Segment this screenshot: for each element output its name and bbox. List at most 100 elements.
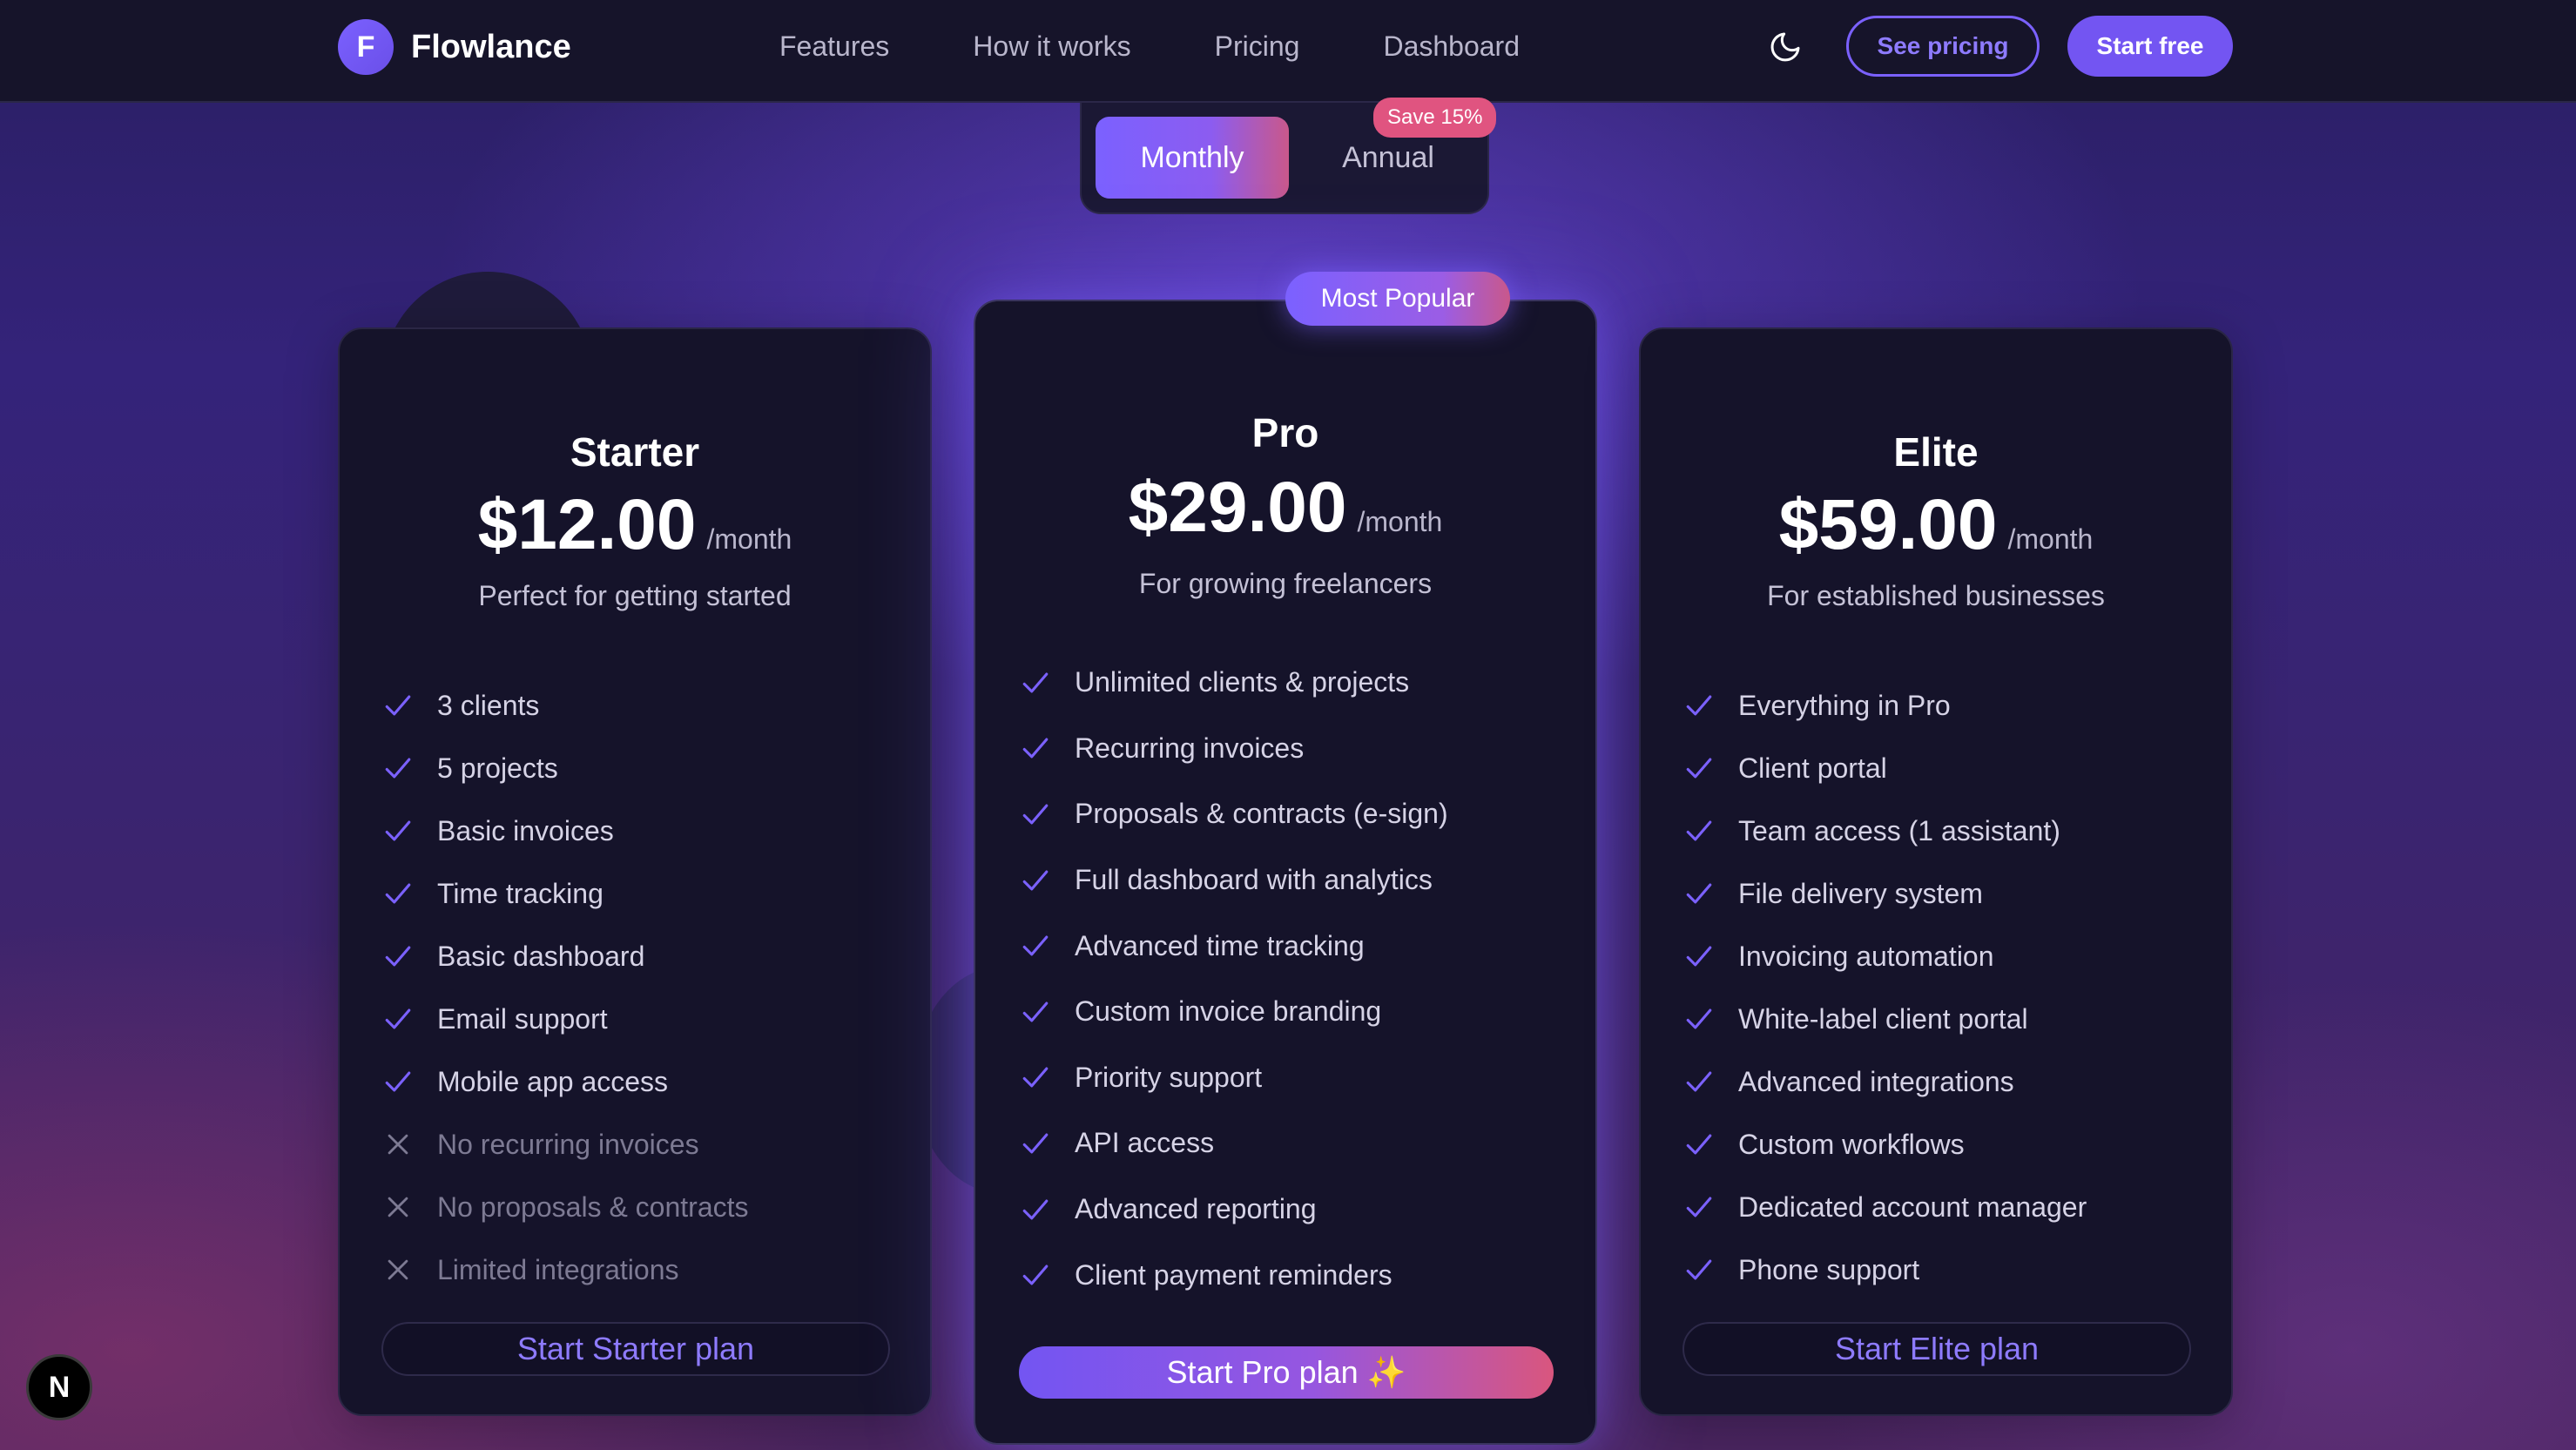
- feature-item: White-label client portal: [1684, 988, 2087, 1050]
- feature-label: 3 clients: [437, 689, 540, 721]
- feature-item: Invoicing automation: [1684, 925, 2087, 988]
- feature-label: Proposals & contracts (e-sign): [1075, 798, 1448, 830]
- feature-item: Email support: [383, 988, 749, 1050]
- check-icon: [1684, 1067, 1714, 1096]
- check-icon: [383, 1004, 413, 1034]
- feature-item: Advanced reporting: [1021, 1177, 1448, 1243]
- start-starter-plan-button[interactable]: Start Starter plan: [381, 1322, 890, 1376]
- check-icon: [383, 879, 413, 908]
- feature-label: Limited integrations: [437, 1253, 679, 1285]
- check-icon: [1684, 1004, 1714, 1034]
- check-icon: [383, 691, 413, 720]
- feature-item: Custom workflows: [1684, 1113, 2087, 1176]
- feature-list: Everything in Pro Client portal Team acces…: [1684, 674, 2087, 1301]
- check-icon: [383, 816, 413, 846]
- check-icon: [1021, 931, 1050, 961]
- check-icon: [1021, 733, 1050, 763]
- nav-link-dashboard[interactable]: Dashboard: [1383, 26, 1520, 66]
- check-icon: [383, 941, 413, 971]
- feature-item: Recurring invoices: [1021, 716, 1448, 782]
- nav-link-pricing[interactable]: Pricing: [1215, 26, 1300, 66]
- check-icon: [1021, 866, 1050, 895]
- feature-label: White-label client portal: [1738, 1002, 2028, 1035]
- plan-period: /month: [1357, 506, 1443, 537]
- start-free-button[interactable]: Start free: [2067, 16, 2233, 77]
- plan-tagline: For established businesses: [1767, 580, 2105, 611]
- logo-icon: F: [338, 19, 394, 75]
- dev-tools-badge[interactable]: N: [26, 1354, 92, 1420]
- feature-list: Unlimited clients & projects Recurring in…: [1021, 650, 1448, 1308]
- check-icon: [383, 1067, 413, 1096]
- feature-item: Mobile app access: [383, 1050, 749, 1113]
- feature-item: File delivery system: [1684, 862, 2087, 925]
- plan-period: /month: [2007, 523, 2094, 555]
- feature-label: No proposals & contracts: [437, 1190, 749, 1223]
- plan-card-starter: Starter $12.00 /month Perfect for gettin…: [338, 327, 932, 1416]
- feature-label: No recurring invoices: [437, 1128, 699, 1160]
- most-popular-badge: Most Popular: [1285, 272, 1510, 326]
- top-nav: F Flowlance Features How it works Pricin…: [0, 0, 2576, 103]
- feature-item: Client portal: [1684, 737, 2087, 799]
- brand-name: Flowlance: [411, 28, 571, 65]
- check-icon: [1021, 1195, 1050, 1224]
- feature-item: API access: [1021, 1110, 1448, 1177]
- check-icon: [1684, 879, 1714, 908]
- check-icon: [1021, 1062, 1050, 1092]
- check-icon: [1684, 816, 1714, 846]
- feature-item: 3 clients: [383, 674, 749, 737]
- moon-icon[interactable]: [1768, 30, 1803, 64]
- plan-period: /month: [706, 523, 792, 555]
- start-pro-plan-button[interactable]: Start Pro plan ✨: [1019, 1346, 1554, 1399]
- check-icon: [1684, 941, 1714, 971]
- feature-list: 3 clients 5 projects Basic invoices Time tr…: [383, 674, 749, 1301]
- plan-price: $12.00: [477, 485, 697, 564]
- feature-label: Unlimited clients & projects: [1075, 666, 1410, 698]
- check-icon: [1021, 997, 1050, 1027]
- check-icon: [1021, 799, 1050, 829]
- feature-label: Advanced time tracking: [1075, 929, 1365, 961]
- feature-item: No proposals & contracts: [383, 1176, 749, 1238]
- feature-item: Full dashboard with analytics: [1021, 847, 1448, 914]
- feature-item: Everything in Pro: [1684, 674, 2087, 737]
- nav-link-how-it-works[interactable]: How it works: [973, 26, 1130, 66]
- nav-links: Features How it works Pricing Dashboard: [779, 26, 1603, 66]
- x-icon: [383, 1130, 413, 1159]
- feature-label: Custom workflows: [1738, 1128, 1965, 1160]
- feature-item: 5 projects: [383, 737, 749, 799]
- plan-tagline: For growing freelancers: [1138, 568, 1433, 599]
- check-icon: [1021, 1260, 1050, 1290]
- check-icon: [1684, 753, 1714, 783]
- feature-item: Advanced time tracking: [1021, 913, 1448, 979]
- plan-name: Pro: [1251, 410, 1319, 455]
- save-badge: Save 15%: [1373, 98, 1497, 138]
- start-elite-plan-button[interactable]: Start Elite plan: [1682, 1322, 2191, 1376]
- feature-item: Unlimited clients & projects: [1021, 650, 1448, 716]
- see-pricing-button[interactable]: See pricing: [1846, 16, 2040, 77]
- feature-item: Client payment reminders: [1021, 1242, 1448, 1308]
- feature-item: Limited integrations: [383, 1238, 749, 1301]
- feature-label: Basic invoices: [437, 814, 614, 846]
- plan-tagline: Perfect for getting started: [478, 580, 792, 611]
- feature-item: Basic dashboard: [383, 925, 749, 988]
- check-icon: [1684, 1130, 1714, 1159]
- feature-label: Priority support: [1075, 1061, 1263, 1093]
- feature-label: Mobile app access: [437, 1065, 669, 1097]
- plan-card-elite: Elite $59.00 /month For established busi…: [1639, 327, 2233, 1416]
- brand[interactable]: F Flowlance: [338, 19, 571, 75]
- check-icon: [1021, 668, 1050, 698]
- feature-label: Phone support: [1738, 1253, 1920, 1285]
- check-icon: [383, 753, 413, 783]
- feature-label: File delivery system: [1738, 877, 1983, 909]
- price-row: $59.00 /month: [1641, 484, 2231, 566]
- feature-label: Team access (1 assistant): [1738, 814, 2060, 846]
- feature-label: Client portal: [1738, 752, 1887, 784]
- feature-item: Dedicated account manager: [1684, 1176, 2087, 1238]
- price-row: $12.00 /month: [340, 484, 930, 566]
- feature-label: Time tracking: [437, 877, 604, 909]
- feature-item: Basic invoices: [383, 799, 749, 862]
- feature-item: Proposals & contracts (e-sign): [1021, 781, 1448, 847]
- billing-monthly-tab[interactable]: Monthly: [1096, 117, 1289, 199]
- x-icon: [383, 1255, 413, 1285]
- x-icon: [383, 1192, 413, 1222]
- nav-link-features[interactable]: Features: [779, 26, 889, 66]
